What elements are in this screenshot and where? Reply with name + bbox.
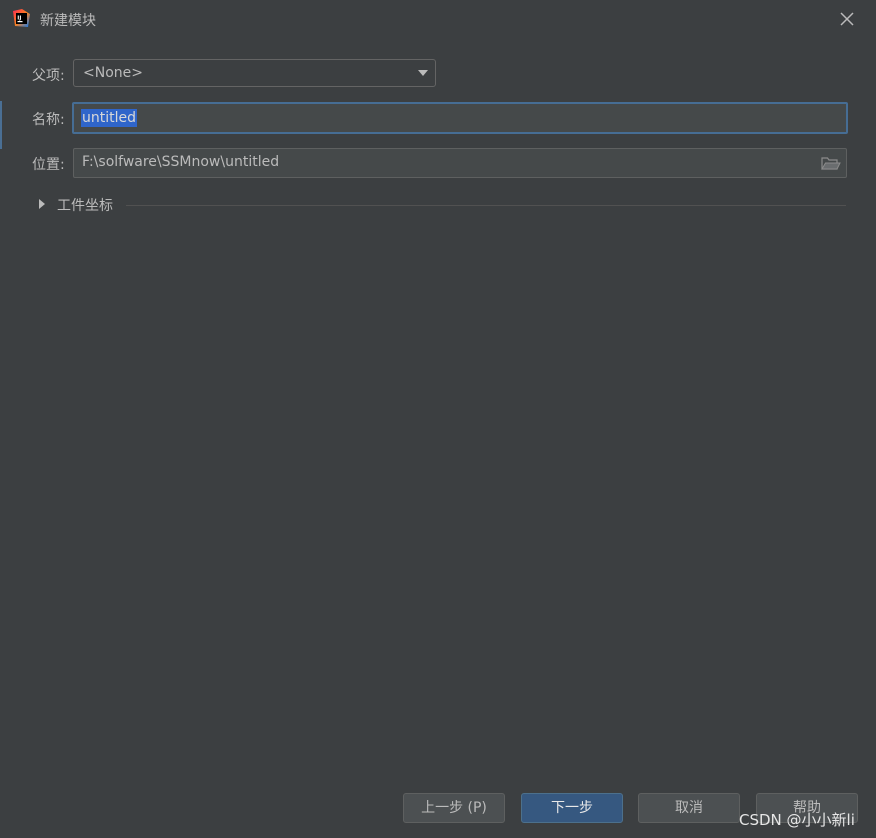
section-divider [126,205,846,206]
name-input[interactable]: untitled [72,102,848,134]
focus-edge-marker [0,101,2,149]
artifact-coordinates-toggle[interactable]: 工件坐标 [37,195,127,215]
chevron-down-icon[interactable] [418,70,428,76]
next-button[interactable]: 下一步 [521,793,623,823]
dialog-title: 新建模块 [40,13,96,29]
parent-select[interactable]: <None> [73,59,436,87]
intellij-idea-icon: IJ [13,9,30,27]
parent-select-value: <None> [83,65,143,81]
svg-text:IJ: IJ [17,15,21,21]
new-module-dialog: IJ 新建模块 父项: <None> 名称: untitled 位置: F:\s… [0,0,876,838]
folder-open-icon[interactable] [821,155,841,171]
title-bar: IJ 新建模块 [0,0,876,38]
parent-label: 父项: [32,68,65,84]
close-icon[interactable] [836,8,858,30]
artifact-coordinates-label[interactable]: 工件坐标 [57,195,113,215]
location-input[interactable]: F:\solfware\SSMnow\untitled [73,148,847,178]
triangle-right-icon[interactable] [39,199,45,209]
location-input-value[interactable]: F:\solfware\SSMnow\untitled [82,154,279,170]
name-label: 名称: [32,112,65,128]
cancel-button[interactable]: 取消 [638,793,740,823]
watermark: CSDN @小小新li [739,811,855,829]
location-label: 位置: [32,157,65,173]
previous-button[interactable]: 上一步 (P) [403,793,505,823]
name-input-value[interactable]: untitled [81,109,138,127]
